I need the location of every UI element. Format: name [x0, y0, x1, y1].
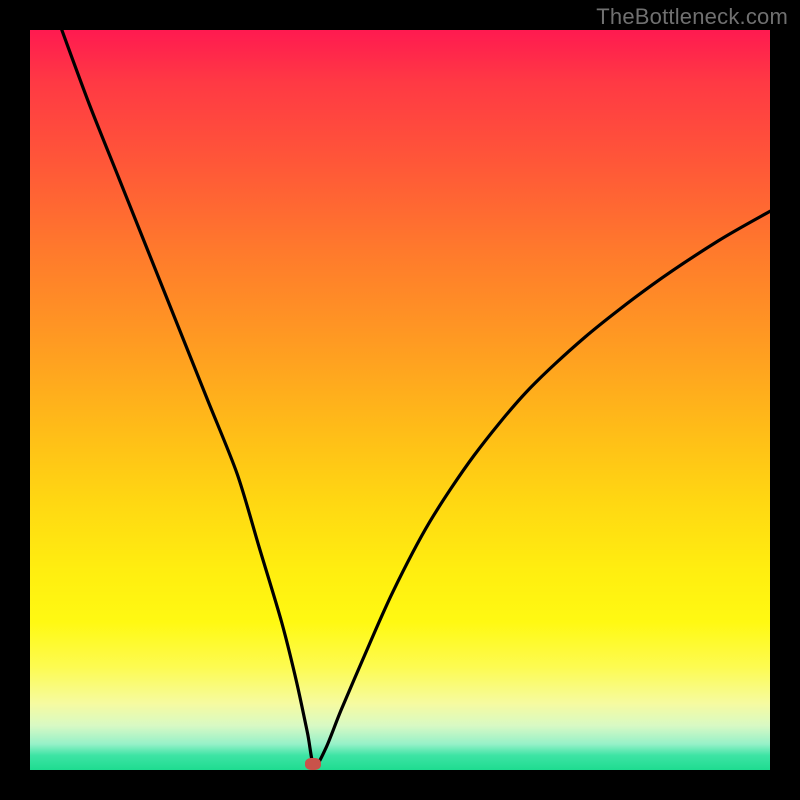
chart-frame: TheBottleneck.com	[0, 0, 800, 800]
watermark-text: TheBottleneck.com	[596, 4, 788, 30]
plot-area	[30, 30, 770, 770]
bottleneck-curve	[30, 30, 770, 770]
optimal-point-marker	[305, 758, 321, 770]
